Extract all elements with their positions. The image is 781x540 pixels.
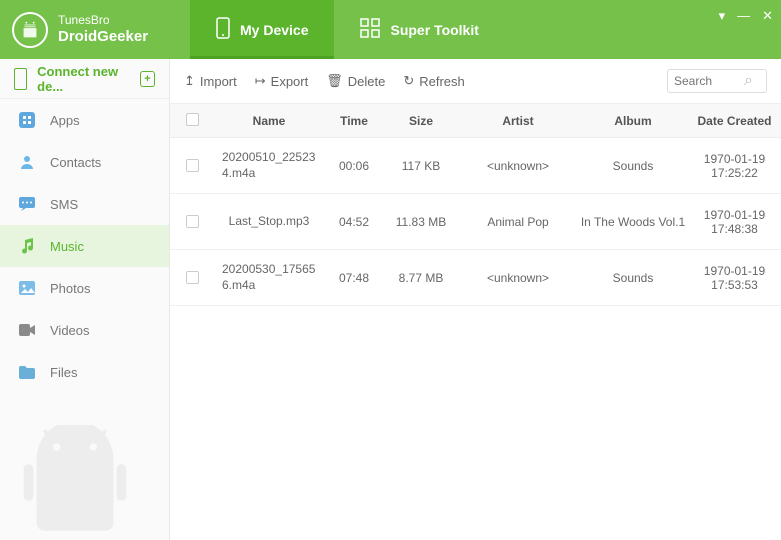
tab-super-toolkit[interactable]: Super Toolkit	[334, 0, 504, 59]
toolbar-actions: ↥ Import ↦ Export 🗑 Delete ↻ Refresh	[184, 73, 465, 89]
table-header: Name Time Size Artist Album Date Created	[170, 104, 781, 138]
cell-artist: <unknown>	[458, 159, 578, 173]
cell-size: 117 KB	[384, 159, 458, 173]
col-artist-header[interactable]: Artist	[458, 114, 578, 128]
cell-date: 1970-01-19 17:25:22	[688, 152, 781, 180]
phone-outline-icon	[14, 68, 27, 90]
col-album-header[interactable]: Album	[578, 114, 688, 128]
search-box[interactable]: ⌕	[667, 69, 767, 93]
app-header: TunesBro DroidGeeker My Device Super Too…	[0, 0, 781, 59]
toolbar: ↥ Import ↦ Export 🗑 Delete ↻ Refresh	[170, 59, 781, 104]
sidebar-item-label: Music	[50, 239, 84, 254]
brand: TunesBro DroidGeeker	[0, 12, 190, 48]
brand-text: TunesBro DroidGeeker	[58, 13, 148, 45]
row-checkbox[interactable]	[186, 271, 199, 284]
row-checkbox[interactable]	[186, 159, 199, 172]
plus-icon: +	[140, 71, 155, 87]
cell-time: 04:52	[324, 215, 384, 229]
refresh-button[interactable]: ↻ Refresh	[403, 73, 464, 89]
import-button[interactable]: ↥ Import	[184, 73, 237, 89]
sidebar-item-sms[interactable]: SMS	[0, 183, 169, 225]
select-all-checkbox[interactable]	[186, 113, 199, 126]
sidebar-item-label: Photos	[50, 281, 90, 296]
grid-icon	[360, 18, 380, 41]
sidebar-item-label: Apps	[50, 113, 80, 128]
apps-icon	[18, 111, 36, 129]
export-icon: ↦	[255, 73, 266, 89]
table-body: 20200510_225234.m4a00:06117 KB<unknown>S…	[170, 138, 781, 306]
cell-name: Last_Stop.mp3	[214, 214, 324, 230]
col-name-header[interactable]: Name	[214, 114, 324, 128]
minimize-icon[interactable]: —	[737, 8, 750, 24]
cell-size: 8.77 MB	[384, 271, 458, 285]
table-row[interactable]: 20200510_225234.m4a00:06117 KB<unknown>S…	[170, 138, 781, 194]
connect-new-device[interactable]: Connect new de... +	[0, 59, 169, 99]
cell-date: 1970-01-19 17:48:38	[688, 208, 781, 236]
main-area: Connect new de... + Apps Contacts SMS Mu…	[0, 59, 781, 540]
tab-my-device[interactable]: My Device	[190, 0, 334, 59]
sidebar-item-label: Contacts	[50, 155, 101, 170]
row-checkbox[interactable]	[186, 215, 199, 228]
delete-label: Delete	[348, 74, 386, 89]
close-icon[interactable]: ✕	[762, 8, 773, 24]
cell-time: 07:48	[324, 271, 384, 285]
import-icon: ↥	[184, 73, 195, 89]
brand-title: TunesBro	[58, 13, 148, 27]
cell-time: 00:06	[324, 159, 384, 173]
cell-date: 1970-01-19 17:53:53	[688, 264, 781, 292]
search-input[interactable]	[674, 74, 744, 88]
sidebar-item-label: Files	[50, 365, 77, 380]
sidebar-item-label: SMS	[50, 197, 78, 212]
folder-icon	[18, 363, 36, 381]
export-label: Export	[271, 74, 309, 89]
android-background-icon	[10, 425, 140, 540]
refresh-icon: ↻	[403, 73, 414, 89]
phone-icon	[216, 17, 230, 42]
sms-icon	[18, 195, 36, 213]
tab-super-toolkit-label: Super Toolkit	[390, 22, 478, 38]
cell-artist: Animal Pop	[458, 215, 578, 229]
brand-logo-icon	[12, 12, 48, 48]
sidebar-item-music[interactable]: Music	[0, 225, 169, 267]
tab-my-device-label: My Device	[240, 22, 308, 38]
trash-icon: 🗑	[326, 73, 343, 89]
menu-icon[interactable]: ▾	[719, 8, 726, 24]
import-label: Import	[200, 74, 237, 89]
refresh-label: Refresh	[419, 74, 465, 89]
window-controls: ▾ — ✕	[719, 8, 773, 24]
cell-artist: <unknown>	[458, 271, 578, 285]
search-icon: ⌕	[744, 72, 753, 90]
videos-icon	[18, 321, 36, 339]
brand-subtitle: DroidGeeker	[58, 28, 148, 46]
sidebar-item-videos[interactable]: Videos	[0, 309, 169, 351]
connect-label: Connect new de...	[37, 64, 140, 94]
table-row[interactable]: Last_Stop.mp304:5211.83 MBAnimal PopIn T…	[170, 194, 781, 250]
music-icon	[18, 237, 36, 255]
delete-button[interactable]: 🗑 Delete	[326, 73, 385, 89]
cell-name: 20200510_225234.m4a	[214, 150, 324, 181]
sidebar: Connect new de... + Apps Contacts SMS Mu…	[0, 59, 170, 540]
col-date-header[interactable]: Date Created	[688, 114, 781, 128]
col-size-header[interactable]: Size	[384, 114, 458, 128]
cell-album: Sounds	[578, 159, 688, 173]
main-tabs: My Device Super Toolkit	[190, 0, 505, 59]
table-row[interactable]: 20200530_175656.m4a07:488.77 MB<unknown>…	[170, 250, 781, 306]
sidebar-item-label: Videos	[50, 323, 90, 338]
cell-size: 11.83 MB	[384, 215, 458, 229]
sidebar-item-files[interactable]: Files	[0, 351, 169, 393]
photos-icon	[18, 279, 36, 297]
contacts-icon	[18, 153, 36, 171]
cell-album: Sounds	[578, 271, 688, 285]
col-time-header[interactable]: Time	[324, 114, 384, 128]
cell-name: 20200530_175656.m4a	[214, 262, 324, 293]
export-button[interactable]: ↦ Export	[255, 73, 308, 89]
content-area: ↥ Import ↦ Export 🗑 Delete ↻ Refresh	[170, 59, 781, 540]
sidebar-item-photos[interactable]: Photos	[0, 267, 169, 309]
sidebar-item-contacts[interactable]: Contacts	[0, 141, 169, 183]
sidebar-item-apps[interactable]: Apps	[0, 99, 169, 141]
cell-album: In The Woods Vol.1	[578, 215, 688, 229]
